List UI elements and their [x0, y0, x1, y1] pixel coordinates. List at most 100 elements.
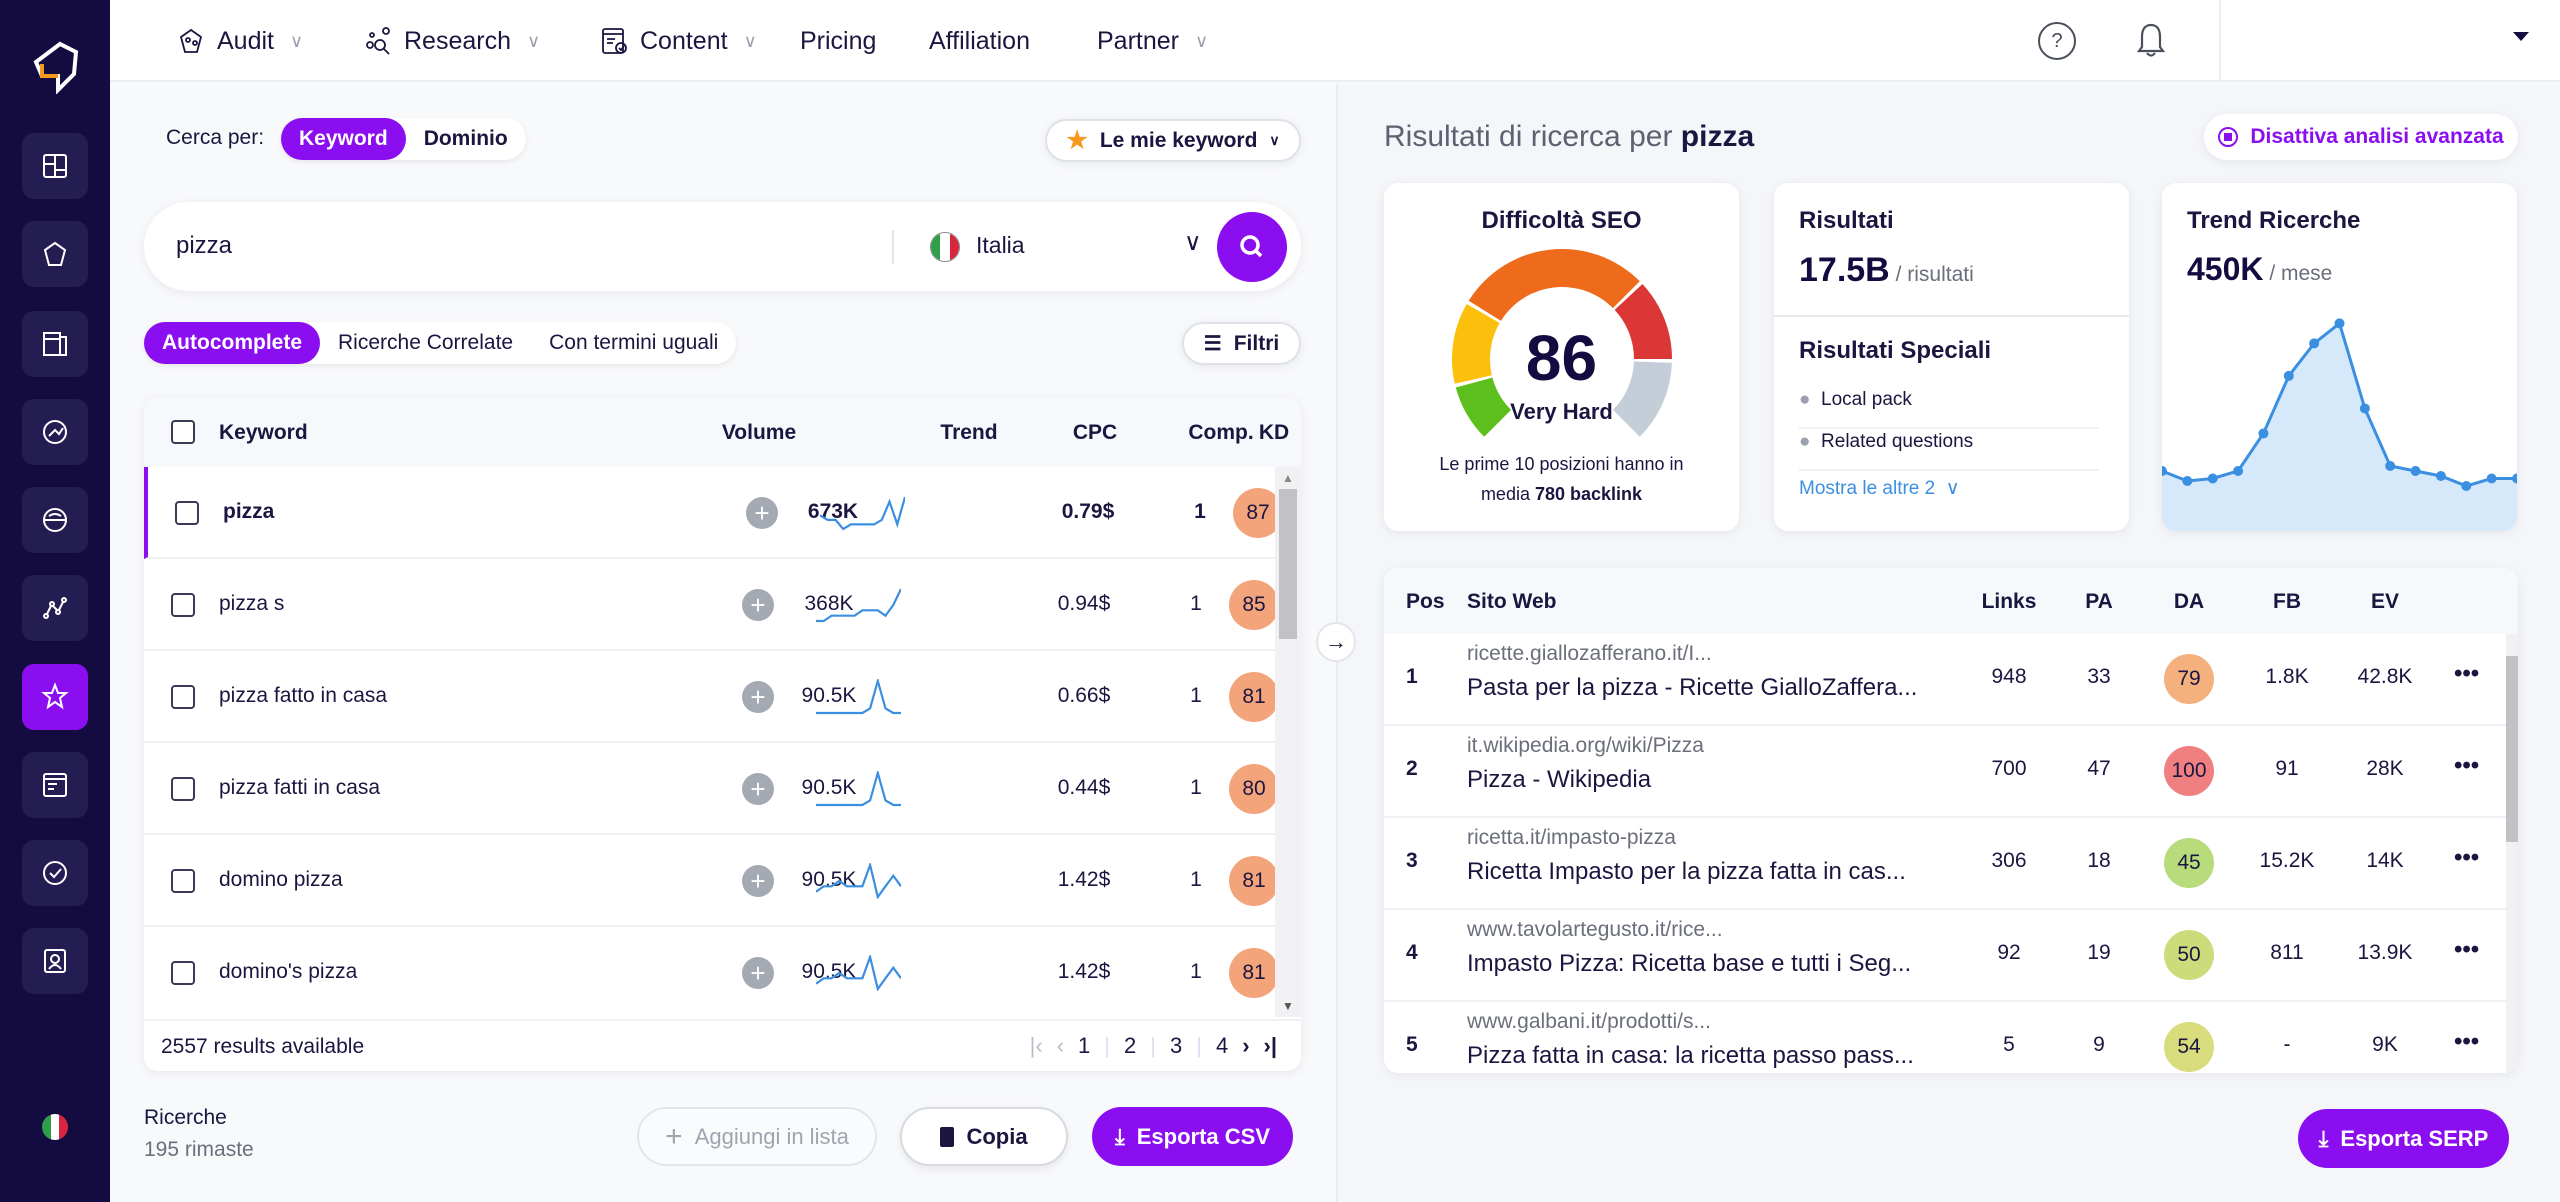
tab-ricerche-correlate[interactable]: Ricerche Correlate: [320, 322, 531, 364]
nav-research[interactable]: Research ∨: [362, 0, 540, 82]
row-checkbox[interactable]: [171, 593, 195, 617]
col-keyword[interactable]: Keyword: [219, 421, 308, 445]
nav-pricing[interactable]: Pricing: [800, 0, 876, 82]
account-dropdown-caret-icon[interactable]: [2513, 32, 2529, 41]
help-circle-icon[interactable]: ?: [2038, 22, 2076, 60]
prev-page-icon[interactable]: ‹: [1057, 1033, 1064, 1059]
select-all-checkbox[interactable]: [171, 420, 195, 444]
table-row[interactable]: pizza s + 368K 0.94$ 1 85: [144, 559, 1275, 651]
copy-button[interactable]: Copia: [900, 1107, 1068, 1166]
serp-scrollbar[interactable]: [2506, 634, 2518, 1073]
add-keyword-plus-icon[interactable]: +: [742, 681, 774, 713]
country-select[interactable]: Italia: [820, 202, 1140, 291]
trend-point[interactable]: [2359, 403, 2370, 414]
trend-point[interactable]: [2283, 370, 2294, 381]
sidebar-item-content-editor[interactable]: [22, 752, 88, 818]
trend-point[interactable]: [2334, 318, 2345, 329]
sidebar-item-content[interactable]: [22, 311, 88, 377]
url-cell[interactable]: www.galbani.it/prodotti/s...: [1467, 1010, 1711, 1034]
sidebar-item-favorites[interactable]: [22, 664, 88, 730]
table-row[interactable]: pizza + 673K 0.79$ 1 87: [144, 467, 1275, 559]
trend-point[interactable]: [2435, 470, 2446, 481]
add-to-list-button[interactable]: + Aggiungi in lista: [637, 1107, 877, 1166]
keyword-cell[interactable]: domino pizza: [219, 868, 343, 892]
trend-point[interactable]: [2410, 465, 2421, 476]
scroll-down-icon[interactable]: ▼: [1282, 999, 1294, 1013]
table-row[interactable]: pizza fatti in casa + 90.5K 0.44$ 1 80: [144, 743, 1275, 835]
sidebar-item-audit[interactable]: [22, 221, 88, 287]
col-pa[interactable]: PA: [2054, 590, 2144, 614]
col-da[interactable]: DA: [2144, 590, 2234, 614]
first-page-icon[interactable]: |‹: [1030, 1033, 1043, 1059]
scrollbar-thumb[interactable]: [1279, 489, 1297, 639]
trend-point[interactable]: [2182, 475, 2193, 486]
nav-audit[interactable]: Audit ∨: [175, 0, 303, 82]
show-more-link[interactable]: Mostra le altre 2 ∨: [1799, 477, 1960, 500]
sidebar-item-dashboard[interactable]: [22, 133, 88, 199]
trend-point[interactable]: [2385, 460, 2396, 471]
sidebar-item-backlinks[interactable]: [22, 840, 88, 906]
sidebar-item-keyword-research[interactable]: [22, 575, 88, 641]
url-cell[interactable]: it.wikipedia.org/wiki/Pizza: [1467, 734, 1704, 758]
keyword-cell[interactable]: pizza fatti in casa: [219, 776, 380, 800]
url-cell[interactable]: www.tavolartegusto.it/rice...: [1467, 918, 1723, 942]
title-cell[interactable]: Pizza fatta in casa: la ricetta passo pa…: [1467, 1042, 1914, 1070]
tab-autocomplete[interactable]: Autocomplete: [144, 322, 321, 364]
collapse-panel-arrow-icon[interactable]: →: [1316, 622, 1356, 662]
table-row[interactable]: pizza fatto in casa + 90.5K 0.66$ 1 81: [144, 651, 1275, 743]
col-kd[interactable]: KD: [1244, 421, 1301, 445]
sidebar-item-rank-tracker[interactable]: [22, 487, 88, 553]
mode-keyword[interactable]: Keyword: [281, 118, 406, 160]
title-cell[interactable]: Pizza - Wikipedia: [1467, 766, 1651, 794]
keyword-cell[interactable]: pizza s: [219, 592, 284, 616]
tab-con-termini-uguali[interactable]: Con termini uguali: [531, 322, 736, 364]
col-trend[interactable]: Trend: [914, 421, 1024, 445]
page-3[interactable]: 3: [1170, 1033, 1182, 1059]
add-keyword-plus-icon[interactable]: +: [742, 957, 774, 989]
keyword-cell[interactable]: pizza fatto in casa: [219, 684, 387, 708]
title-cell[interactable]: Impasto Pizza: Ricetta base e tutti i Se…: [1467, 950, 1911, 978]
trend-point[interactable]: [2309, 338, 2320, 349]
sidebar-item-reports[interactable]: [22, 928, 88, 994]
url-cell[interactable]: ricette.giallozafferano.it/I...: [1467, 642, 1712, 666]
row-checkbox[interactable]: [171, 961, 195, 985]
more-options-icon[interactable]: •••: [2454, 752, 2479, 780]
col-cpc[interactable]: CPC: [1040, 421, 1150, 445]
more-options-icon[interactable]: •••: [2454, 660, 2479, 688]
search-button[interactable]: [1217, 212, 1287, 282]
nav-content[interactable]: Content ∨: [598, 0, 757, 82]
trend-point[interactable]: [2486, 473, 2497, 484]
col-fb[interactable]: FB: [2242, 590, 2332, 614]
export-serp-button[interactable]: ⤓ Esporta SERP: [2298, 1109, 2509, 1168]
filters-button[interactable]: ☰ Filtri: [1182, 322, 1301, 365]
trend-point[interactable]: [2461, 480, 2472, 491]
col-links[interactable]: Links: [1964, 590, 2054, 614]
add-keyword-plus-icon[interactable]: +: [742, 865, 774, 897]
trend-point[interactable]: [2233, 465, 2244, 476]
table-row[interactable]: domino's pizza + 90.5K 1.42$ 1 81: [144, 927, 1275, 1017]
trend-point[interactable]: [2207, 473, 2218, 484]
more-options-icon[interactable]: •••: [2454, 844, 2479, 872]
add-keyword-plus-icon[interactable]: +: [742, 589, 774, 621]
row-checkbox[interactable]: [175, 501, 199, 525]
col-ev[interactable]: EV: [2340, 590, 2430, 614]
more-options-icon[interactable]: •••: [2454, 1028, 2479, 1056]
keyword-cell[interactable]: pizza: [223, 500, 274, 524]
sidebar-item-research-globe[interactable]: [22, 399, 88, 465]
mode-dominio[interactable]: Dominio: [406, 118, 526, 160]
scroll-up-icon[interactable]: ▲: [1282, 471, 1294, 485]
row-checkbox[interactable]: [171, 869, 195, 893]
scrollbar[interactable]: ▲ ▼: [1275, 467, 1301, 1017]
last-page-icon[interactable]: ›|: [1264, 1033, 1277, 1059]
add-keyword-plus-icon[interactable]: +: [746, 497, 778, 529]
add-keyword-plus-icon[interactable]: +: [742, 773, 774, 805]
trend-point[interactable]: [2258, 428, 2269, 439]
page-2[interactable]: 2: [1124, 1033, 1136, 1059]
row-checkbox[interactable]: [171, 685, 195, 709]
page-4[interactable]: 4: [1216, 1033, 1228, 1059]
page-1[interactable]: 1: [1078, 1033, 1090, 1059]
title-cell[interactable]: Ricetta Impasto per la pizza fatta in ca…: [1467, 858, 1906, 886]
next-page-icon[interactable]: ›: [1242, 1033, 1249, 1059]
table-row[interactable]: domino pizza + 90.5K 1.42$ 1 81: [144, 835, 1275, 927]
nav-affiliation[interactable]: Affiliation: [929, 0, 1030, 82]
